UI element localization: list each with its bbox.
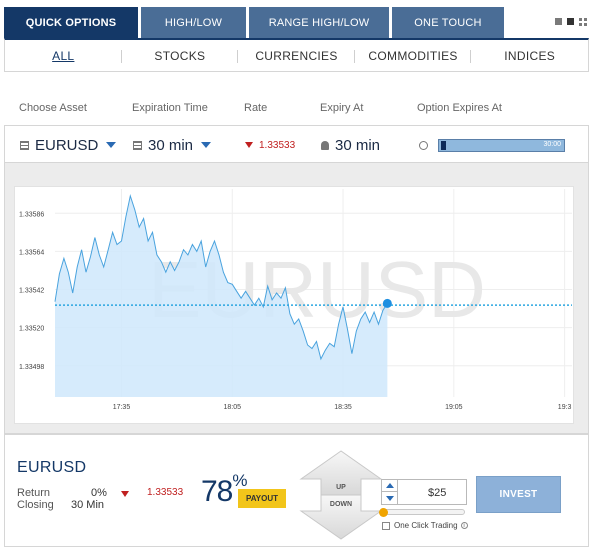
option-type-tabs: QUICK OPTIONS HIGH/LOW RANGE HIGH/LOW ON… bbox=[4, 7, 504, 38]
expiry-at-display: 30 min bbox=[321, 126, 380, 164]
category-commodities[interactable]: COMMODITIES bbox=[355, 49, 472, 63]
amount-slider[interactable] bbox=[379, 508, 465, 517]
list-icon bbox=[20, 140, 29, 150]
tab-high-low[interactable]: HIGH/LOW bbox=[141, 7, 246, 38]
expiration-value: 30 min bbox=[148, 136, 194, 154]
expiry-progress-fill bbox=[441, 140, 446, 150]
label-expiry-at: Expiry At bbox=[320, 102, 364, 114]
down-label: DOWN bbox=[330, 501, 352, 508]
category-stocks[interactable]: STOCKS bbox=[122, 49, 239, 63]
countdown-label: 30:00 bbox=[543, 140, 561, 148]
return-label: Return bbox=[17, 487, 51, 499]
price-chart: EURUSD 1.33586 1.33564 1.33542 1.33520 1.334… bbox=[14, 186, 574, 424]
trade-asset: EURUSD bbox=[17, 459, 87, 476]
decrease-amount-button[interactable] bbox=[382, 492, 398, 504]
single-view-icon[interactable] bbox=[555, 18, 562, 25]
category-indices[interactable]: INDICES bbox=[471, 49, 588, 63]
list-icon bbox=[133, 140, 142, 150]
y-tick-label: 1.33520 bbox=[19, 326, 44, 333]
clock-icon bbox=[419, 140, 428, 150]
column-labels: Choose Asset Expiration Time Rate Expiry… bbox=[0, 102, 597, 116]
rate-down-icon bbox=[121, 491, 129, 497]
one-click-checkbox[interactable] bbox=[382, 521, 390, 530]
amount-value[interactable]: $25 bbox=[428, 487, 446, 499]
chevron-down-icon bbox=[201, 142, 212, 148]
category-currencies[interactable]: CURRENCIES bbox=[238, 49, 355, 63]
y-tick-label: 1.33498 bbox=[19, 364, 44, 371]
asset-select[interactable]: EURUSD bbox=[20, 126, 117, 164]
chart-panel: EURUSD 1.33586 1.33564 1.33542 1.33520 1.334… bbox=[4, 163, 589, 434]
bell-icon bbox=[321, 140, 329, 150]
grid-view-icon[interactable] bbox=[579, 18, 587, 26]
up-button[interactable]: UP bbox=[299, 450, 383, 496]
rate-down-icon bbox=[245, 142, 253, 148]
label-expiration-time: Expiration Time bbox=[132, 102, 208, 114]
y-tick-label: 1.33586 bbox=[19, 211, 44, 218]
label-choose-asset: Choose Asset bbox=[19, 102, 87, 114]
label-rate: Rate bbox=[244, 102, 268, 114]
y-tick-label: 1.33542 bbox=[19, 288, 44, 295]
asset-value: EURUSD bbox=[35, 136, 99, 154]
asset-row: EURUSD 30 min 1.33533 30 min 30:00 bbox=[4, 125, 589, 163]
category-all[interactable]: ALL bbox=[5, 49, 122, 63]
trade-panel: EURUSD Return 0% Closing 30 Min 1.33533 … bbox=[4, 434, 589, 547]
x-tick-label: 19:05 bbox=[445, 404, 463, 411]
amount-stepper[interactable]: $25 bbox=[381, 479, 467, 505]
up-label: UP bbox=[336, 484, 346, 491]
payout-number: 78 bbox=[201, 475, 233, 508]
y-tick-label: 1.33564 bbox=[19, 249, 44, 256]
option-expires-display: 30:00 bbox=[419, 126, 565, 164]
x-tick-label: 18:05 bbox=[223, 404, 241, 411]
payout-symbol: % bbox=[232, 471, 247, 490]
chevron-down-icon bbox=[385, 495, 394, 501]
view-toggle bbox=[555, 18, 587, 26]
invest-button[interactable]: INVEST bbox=[476, 476, 561, 513]
label-option-expires-at: Option Expires At bbox=[417, 102, 502, 114]
one-click-label: One Click Trading bbox=[394, 521, 458, 530]
chevron-down-icon bbox=[106, 142, 117, 148]
double-view-icon[interactable] bbox=[567, 18, 574, 25]
up-down-control: UP DOWN bbox=[299, 450, 383, 540]
closing-value: 30 Min bbox=[71, 499, 105, 511]
payout-badge: PAYOUT bbox=[238, 489, 286, 508]
price-chart-svg: EURUSD 1.335861.335641.335421.335201.334… bbox=[19, 189, 572, 411]
x-tick-label: 18:35 bbox=[334, 404, 352, 411]
down-button[interactable]: DOWN bbox=[299, 494, 383, 540]
expiry-at-value: 30 min bbox=[335, 136, 381, 154]
chevron-up-icon bbox=[385, 483, 394, 488]
category-bar: ALL STOCKS CURRENCIES COMMODITIES INDICE… bbox=[4, 38, 589, 72]
rate-display: 1.33533 bbox=[245, 126, 295, 164]
rate-value: 1.33533 bbox=[259, 139, 296, 151]
tab-range-high-low[interactable]: RANGE HIGH/LOW bbox=[249, 7, 389, 38]
x-tick-label: 17:35 bbox=[113, 404, 131, 411]
trade-rate: 1.33533 bbox=[147, 487, 184, 498]
tab-quick-options[interactable]: QUICK OPTIONS bbox=[4, 7, 138, 38]
info-icon[interactable]: i bbox=[460, 522, 468, 529]
one-click-trading: One Click Trading i bbox=[382, 521, 468, 530]
closing-label: Closing bbox=[17, 499, 54, 511]
increase-amount-button[interactable] bbox=[382, 480, 398, 492]
current-price-point bbox=[382, 298, 392, 308]
tab-one-touch[interactable]: ONE TOUCH bbox=[392, 7, 504, 38]
expiration-select[interactable]: 30 min bbox=[133, 126, 212, 164]
x-tick-label: 19:3 bbox=[558, 404, 572, 411]
return-value: 0% bbox=[91, 487, 107, 499]
expiry-progress-bar: 30:00 bbox=[438, 138, 565, 152]
slider-handle[interactable] bbox=[379, 508, 388, 517]
